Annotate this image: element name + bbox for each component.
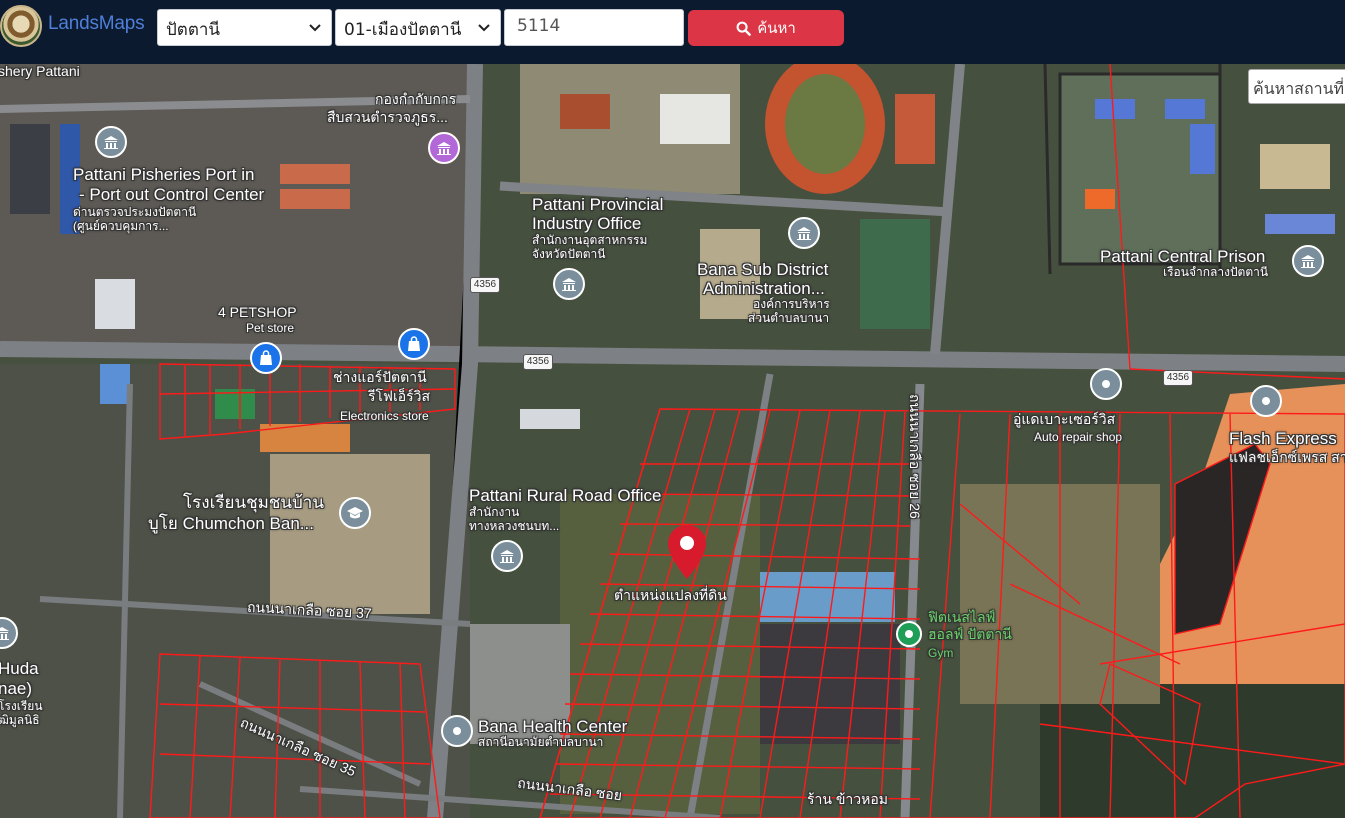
place-label: ทางหลวงชนบท...: [469, 519, 560, 533]
department-seal-logo[interactable]: [0, 5, 42, 47]
province-select[interactable]: ปัตตานี: [157, 9, 332, 46]
government-building-icon: [0, 627, 9, 640]
top-navbar: LandsMaps ปัตตานี 01-เมืองปัตตานี 5114 ค…: [0, 0, 1345, 64]
place-label: Auto repair shop: [1034, 430, 1123, 444]
place-label: Flash Express: [1229, 429, 1337, 448]
place-label: (ศูนย์ควบคุมการ...: [73, 219, 169, 233]
place-label: สถานีอนามัยตำบลบานา: [478, 735, 604, 749]
place-label: เรือนจำกลางปัตตานี: [1163, 265, 1269, 279]
parcel-number-input[interactable]: 5114: [504, 9, 684, 46]
place-label: รีโฟเอ็ร์วิส: [368, 388, 431, 404]
government-building-icon: [104, 136, 118, 149]
place-label: อู่แดเบาะเซอร์วิส: [1013, 411, 1116, 427]
place-label: สำนักงานอุตสาหกรรม: [532, 233, 648, 247]
search-button[interactable]: ค้นหา: [688, 10, 844, 46]
government-building-icon: [437, 142, 451, 155]
place-label: สืบสวนตำรวจภูธร...: [327, 109, 448, 125]
location-dot-icon: [1102, 380, 1110, 388]
place-label: บูโย Chumchon Ban...: [148, 514, 314, 533]
satellite-map[interactable]: 4356 4356 4356 shery Pattani กองกำกับการ…: [0, 64, 1345, 818]
chevron-down-icon: [478, 24, 490, 32]
district-select[interactable]: 01-เมืองปัตตานี: [335, 9, 501, 46]
place-label: ร้าน ข้าวหอม: [807, 791, 888, 807]
place-label: แฟลชเอ็กซ์เพรส สาข: [1229, 449, 1345, 465]
province-selected-value: ปัตตานี: [166, 20, 221, 40]
shopping-bag-icon: [260, 350, 272, 365]
place-label: shery Pattani: [0, 64, 80, 79]
place-label: Industry Office: [532, 214, 642, 233]
map-marker-icon[interactable]: [666, 523, 708, 581]
government-building-icon: [1301, 255, 1315, 268]
place-label: ด่านตรวจประมงปัตตานี: [73, 205, 197, 219]
place-label: Bana Sub District: [697, 260, 829, 279]
place-label: Bana Health Center: [478, 717, 628, 736]
place-label: 4 PETSHOP: [218, 304, 297, 320]
place-label: Pattani Provincial: [532, 195, 664, 214]
government-building-icon: [797, 227, 811, 240]
district-selected-value: 01-เมืองปัตตานี: [344, 20, 462, 40]
government-building-icon: [562, 278, 576, 291]
place-label: Huda: [0, 659, 39, 678]
government-building-icon: [500, 550, 514, 563]
place-label: จังหวัดปัตตานี: [532, 247, 606, 261]
graduation-cap-icon: [347, 507, 363, 519]
government-office-pin[interactable]: [1292, 245, 1324, 277]
brand-name[interactable]: LandsMaps: [48, 13, 145, 35]
place-label: Pattani Rural Road Office: [469, 486, 662, 505]
place-label: ฟิตเนสไลฟ์: [928, 609, 996, 625]
marker-label: ตำแหน่งแปลงที่ดิน: [614, 587, 727, 603]
place-label: ฮอลฟ์ ปัตตานี: [928, 626, 1012, 642]
government-office-pin[interactable]: [95, 126, 127, 158]
location-dot-icon: [453, 727, 461, 735]
gym-pin[interactable]: [896, 621, 922, 647]
place-label: - Port out Control Center: [79, 185, 265, 204]
shopping-bag-pin[interactable]: [398, 328, 430, 360]
place-label: nae): [0, 679, 33, 698]
location-dot-icon: [905, 630, 913, 638]
place-label: ช่างแอร์ปัตตานี: [333, 369, 427, 385]
place-label: ุฒิมูลนิธิ: [0, 713, 40, 727]
place-pin[interactable]: [1250, 385, 1282, 417]
shopping-bag-pin[interactable]: [250, 342, 282, 374]
school-pin[interactable]: [339, 497, 371, 529]
place-label: Administration...: [703, 279, 825, 298]
road-label: ถนนนาเกลือ ซอย 26: [907, 394, 923, 519]
search-icon: [736, 21, 751, 36]
place-label: Pet store: [246, 321, 295, 335]
place-label: Electronics store: [340, 409, 429, 423]
government-office-pin[interactable]: [553, 268, 585, 300]
chevron-down-icon: [309, 24, 321, 32]
shopping-bag-icon: [408, 336, 420, 351]
location-dot-icon: [1262, 397, 1270, 405]
place-pin[interactable]: [441, 715, 473, 747]
police-station-pin[interactable]: [428, 132, 460, 164]
place-label: องค์การบริหาร: [753, 297, 830, 311]
search-button-label: ค้นหา: [757, 19, 796, 37]
place-label: กองกำกับการ: [375, 91, 457, 107]
route-shield: 4356: [1163, 370, 1193, 386]
place-label: Pattani Pisheries Port in: [73, 165, 255, 184]
place-label: Gym: [928, 646, 954, 660]
government-office-pin[interactable]: [491, 540, 523, 572]
place-label: โรงเรียน: [0, 699, 43, 713]
place-label: โรงเรียนชุมชนบ้าน: [183, 493, 324, 512]
place-label: สำนักงาน: [469, 505, 520, 519]
route-shield: 4356: [523, 354, 553, 370]
place-pin[interactable]: [1090, 368, 1122, 400]
place-label: Pattani Central Prison: [1100, 247, 1266, 266]
government-office-pin[interactable]: [788, 217, 820, 249]
map-place-search-input[interactable]: ค้นหาสถานที่: [1248, 69, 1345, 104]
route-shield: 4356: [470, 277, 500, 293]
place-label: ส่วนตำบลบานา: [748, 311, 830, 325]
